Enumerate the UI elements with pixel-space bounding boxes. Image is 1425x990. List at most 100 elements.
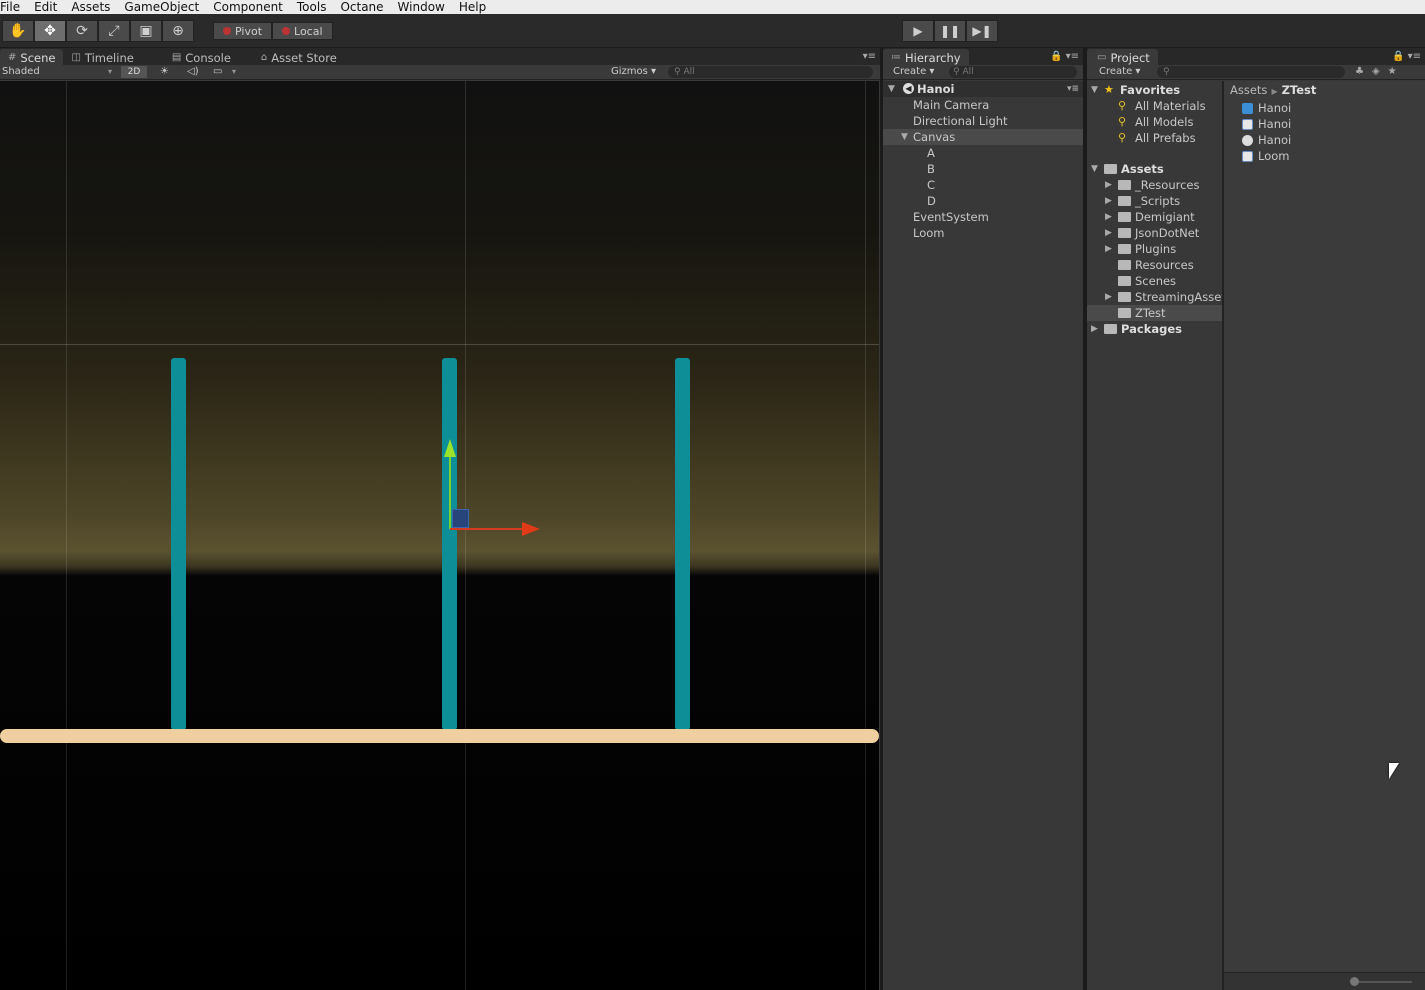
asset-item[interactable]: Hanoi	[1224, 132, 1424, 148]
pivot-button[interactable]: Pivot	[213, 22, 273, 40]
folder-item[interactable]: ▶ Plugins	[1087, 241, 1222, 257]
menu-help[interactable]: Help	[452, 0, 493, 14]
tab-hierarchy[interactable]: ≔ Hierarchy	[883, 49, 969, 66]
step-icon[interactable]: ▶❚	[966, 20, 998, 42]
rect-tool-icon[interactable]: ▣	[130, 20, 162, 42]
icon-size-slider[interactable]	[1352, 981, 1412, 983]
folder-item[interactable]: ▶ StreamingAsset	[1087, 289, 1222, 305]
expand-arrow-icon[interactable]: ▼	[901, 129, 908, 145]
gizmos-dropdown[interactable]: Gizmos ▾	[611, 65, 656, 79]
expand-arrow-icon[interactable]: ▶	[1105, 209, 1112, 225]
folder-item[interactable]: Scenes	[1087, 273, 1222, 289]
breadcrumb-assets[interactable]: Assets	[1230, 83, 1267, 97]
menu-assets[interactable]: Assets	[64, 0, 117, 14]
menu-gameobject[interactable]: GameObject	[117, 0, 206, 14]
move-gizmo-x-axis[interactable]	[450, 528, 525, 530]
menu-tools[interactable]: Tools	[290, 0, 334, 14]
expand-arrow-icon[interactable]: ▶	[1105, 177, 1112, 193]
tab-console[interactable]: ▤ Console	[164, 49, 239, 66]
expand-arrow-icon[interactable]: ▶	[1105, 289, 1112, 305]
move-tool-icon[interactable]: ✥	[34, 20, 66, 42]
tab-asset-store[interactable]: ⌂ Asset Store	[253, 49, 345, 66]
tower-base[interactable]	[0, 729, 879, 743]
hierarchy-search-input[interactable]: ⚲ All	[949, 66, 1077, 78]
icon-size-slider-handle[interactable]	[1350, 977, 1359, 986]
favorite-item[interactable]: ⚲ All Prefabs	[1087, 130, 1222, 146]
hierarchy-item[interactable]: ▼ Canvas	[883, 129, 1083, 145]
audio-icon[interactable]: ◁)	[187, 65, 199, 79]
expand-arrow-icon[interactable]: ▶	[1091, 321, 1098, 337]
filter-by-label-icon[interactable]: ◈	[1372, 66, 1388, 77]
tab-scene[interactable]: # Scene	[0, 49, 64, 66]
scene-search-input[interactable]: ⚲ All	[668, 66, 873, 78]
menu-component[interactable]: Component	[206, 0, 290, 14]
folder-item[interactable]: ZTest	[1087, 305, 1222, 321]
scene-menu-icon[interactable]: ▾≡	[1067, 81, 1079, 97]
assets-header[interactable]: ▼ Assets	[1087, 161, 1222, 177]
expand-arrow-icon[interactable]: ▼	[1091, 161, 1098, 177]
favorite-item[interactable]: ⚲ All Models	[1087, 114, 1222, 130]
local-button[interactable]: Local	[272, 22, 333, 40]
hierarchy-item[interactable]: Directional Light	[883, 113, 1083, 129]
project-filter-icons[interactable]: ♣◈★	[1355, 65, 1405, 79]
hierarchy-create-dropdown[interactable]: Create ▾	[893, 65, 934, 79]
hierarchy-scene-root[interactable]: ▼ ◀ Hanoi ▾≡	[883, 81, 1083, 97]
move-gizmo-plane-handle[interactable]	[452, 509, 469, 528]
asset-item[interactable]: Hanoi	[1224, 116, 1424, 132]
hierarchy-item[interactable]: EventSystem	[883, 209, 1083, 225]
folder-item[interactable]: ▶ JsonDotNet	[1087, 225, 1222, 241]
hierarchy-item[interactable]: D	[883, 193, 1083, 209]
folder-item[interactable]: ▶ _Scripts	[1087, 193, 1222, 209]
expand-arrow-icon[interactable]: ▶	[1105, 193, 1112, 209]
packages-header[interactable]: ▶ Packages	[1087, 321, 1222, 337]
rotate-tool-icon[interactable]: ⟳	[66, 20, 98, 42]
tab-project[interactable]: ▭ Project	[1087, 49, 1158, 66]
favorite-star-icon[interactable]: ★	[1388, 66, 1405, 77]
panel-menu-icon[interactable]: ▾≡	[863, 51, 876, 62]
mode-2d-button[interactable]: 2D	[121, 66, 147, 78]
pause-icon[interactable]: ❚❚	[934, 20, 966, 42]
hand-tool-icon[interactable]: ✋	[2, 20, 34, 42]
hierarchy-item[interactable]: A	[883, 145, 1083, 161]
expand-arrow-icon[interactable]: ▼	[888, 81, 895, 97]
menu-file[interactable]: File	[0, 0, 27, 14]
panel-menu-icon[interactable]: 🔒 ▾≡	[1050, 51, 1079, 62]
expand-arrow-icon[interactable]: ▶	[1105, 225, 1112, 241]
shading-mode-dropdown[interactable]: Shaded	[2, 65, 40, 79]
asset-item[interactable]: Hanoi	[1224, 100, 1424, 116]
scale-tool-icon[interactable]: ⤢	[98, 20, 130, 42]
move-gizmo-y-arrow[interactable]	[444, 439, 456, 457]
expand-arrow-icon[interactable]: ▶	[1105, 241, 1112, 257]
play-icon[interactable]: ▶	[902, 20, 934, 42]
hierarchy-item[interactable]: C	[883, 177, 1083, 193]
menu-edit[interactable]: Edit	[27, 0, 64, 14]
expand-arrow-icon[interactable]: ▼	[1091, 82, 1098, 98]
lighting-icon[interactable]: ☀	[160, 65, 169, 79]
folder-item[interactable]: Resources	[1087, 257, 1222, 273]
tower-pole-c[interactable]	[675, 358, 690, 730]
folder-item[interactable]: ▶ _Resources	[1087, 177, 1222, 193]
move-gizmo-y-axis[interactable]	[449, 451, 451, 529]
folder-item[interactable]: ▶ Demigiant	[1087, 209, 1222, 225]
panel-menu-icon[interactable]: 🔒 ▾≡	[1392, 51, 1421, 62]
hierarchy-item[interactable]: Loom	[883, 225, 1083, 241]
move-gizmo-x-arrow[interactable]	[522, 522, 540, 536]
effects-icon[interactable]: ▭	[213, 65, 222, 79]
filter-by-type-icon[interactable]: ♣	[1355, 66, 1372, 77]
favorite-item[interactable]: ⚲ All Materials	[1087, 98, 1222, 114]
asset-item[interactable]: Loom	[1224, 148, 1424, 164]
menu-octane[interactable]: Octane	[333, 0, 390, 14]
favorites-header[interactable]: ▼ ★ Favorites	[1087, 82, 1222, 98]
hierarchy-item[interactable]: B	[883, 161, 1083, 177]
scene-viewport[interactable]	[0, 81, 879, 990]
tab-timeline[interactable]: ◫ Timeline	[63, 49, 141, 66]
hierarchy-item[interactable]: Main Camera	[883, 97, 1083, 113]
project-create-dropdown[interactable]: Create ▾	[1099, 65, 1140, 79]
transform-tool-icon[interactable]: ⊕	[162, 20, 194, 42]
effects-dropdown-icon[interactable]: ▾	[232, 65, 236, 79]
menu-window[interactable]: Window	[391, 0, 452, 14]
tower-pole-b[interactable]	[442, 358, 457, 730]
breadcrumb-current[interactable]: ZTest	[1282, 83, 1317, 97]
project-search-input[interactable]: ⚲	[1157, 66, 1345, 78]
tower-pole-a[interactable]	[171, 358, 186, 730]
